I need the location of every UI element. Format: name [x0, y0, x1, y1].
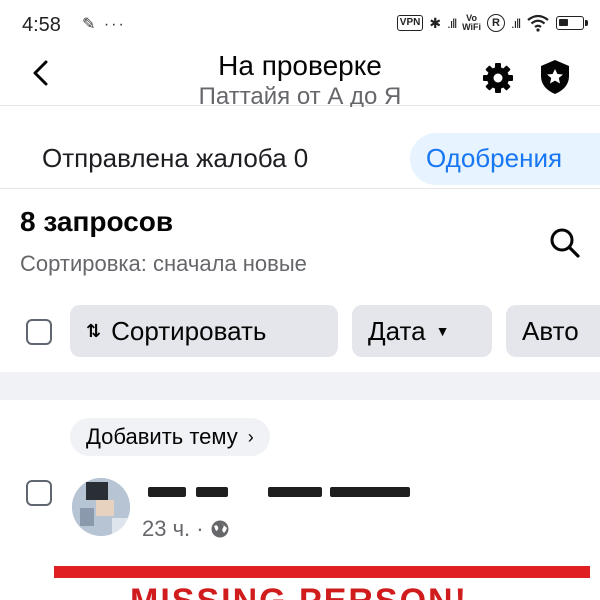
bluetooth-icon: ✱	[429, 14, 442, 31]
post-checkbox[interactable]	[26, 480, 52, 506]
wifi-calling-label: WiFi	[462, 22, 481, 32]
select-all-checkbox[interactable]	[26, 319, 52, 345]
globe-icon	[211, 520, 229, 538]
author-name-redacted	[196, 487, 228, 497]
author-name-redacted	[148, 487, 186, 497]
status-tabs: Отправлена жалоба 0 Одобрения	[0, 107, 600, 189]
tab-complaint-sent[interactable]: Отправлена жалоба 0	[42, 143, 308, 174]
filter-bar: ⇅ Сортировать Дата ▼ Авто	[0, 305, 600, 361]
page-header: На проверке Паттайя от А до Я	[0, 50, 600, 107]
battery-icon	[556, 16, 588, 30]
status-indicators: VPN ✱ .ıll Vo WiFi R .ıll	[396, 14, 588, 32]
chevron-right-icon: ›	[247, 426, 254, 447]
vpn-icon: VPN	[396, 15, 424, 31]
sort-icon: ⇅	[86, 320, 102, 341]
section-divider	[0, 372, 600, 400]
avatar-blurred-image	[72, 478, 130, 536]
author-filter-dropdown[interactable]: Авто	[506, 305, 600, 357]
author-name-redacted	[330, 487, 410, 497]
date-filter-dropdown[interactable]: Дата ▼	[352, 305, 492, 357]
sort-button[interactable]: ⇅ Сортировать	[70, 305, 338, 357]
signal-icon: .ıll	[447, 15, 457, 31]
add-topic-label: Добавить тему	[86, 424, 238, 449]
post-timestamp: 23 ч. ·	[142, 516, 230, 542]
author-name-redacted	[268, 487, 322, 497]
signal-2-icon: .ıll	[511, 15, 521, 31]
gear-icon[interactable]	[480, 60, 516, 96]
search-icon[interactable]	[548, 226, 582, 260]
volte-wifi-icon: Vo WiFi	[462, 14, 481, 32]
post-time-label: 23 ч. ·	[142, 516, 204, 541]
tab-approvals[interactable]: Одобрения	[410, 133, 600, 185]
post-image-banner	[54, 566, 590, 578]
avatar[interactable]	[72, 478, 130, 536]
requests-count: 8 запросов	[20, 206, 174, 237]
sort-label: Сортировать	[111, 315, 267, 346]
sort-description: Сортировка: сначала новые	[20, 251, 307, 276]
status-bar: 4:58 ✎ ··· VPN ✱ .ıll Vo WiFi R .ıll	[0, 0, 600, 50]
roaming-icon: R	[487, 14, 505, 32]
wifi-icon	[527, 14, 549, 32]
status-time: 4:58	[22, 14, 61, 36]
author-label: Авто	[522, 315, 579, 346]
shield-icon[interactable]	[538, 58, 572, 96]
date-label: Дата	[368, 315, 426, 346]
caret-down-icon: ▼	[435, 323, 450, 339]
post-image-headline: MISSING PERSON!	[130, 582, 468, 600]
add-topic-button[interactable]: Добавить тему ›	[70, 418, 270, 456]
notification-icons: ✎ ···	[82, 16, 126, 33]
